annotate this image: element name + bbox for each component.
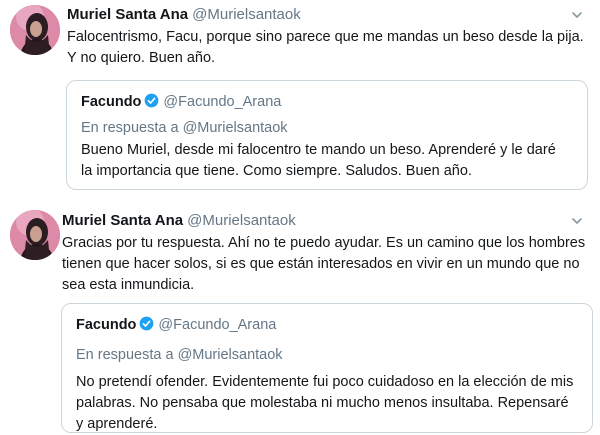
quoted-author-handle: @Facundo_Arana xyxy=(158,317,277,333)
reply-context: En respuesta a @Murielsantaok xyxy=(76,347,283,363)
chevron-down-icon[interactable] xyxy=(570,8,584,22)
verified-badge-icon xyxy=(139,316,154,331)
quoted-tweet[interactable]: Facundo @Facundo_Arana En respuesta a @Mu… xyxy=(66,80,588,190)
avatar-photo-icon xyxy=(10,210,60,260)
author-handle[interactable]: @Murielsantaok xyxy=(192,6,301,23)
quoted-tweet-header: Facundo @Facundo_Arana xyxy=(81,93,281,111)
reply-context: En respuesta a @Murielsantaok xyxy=(81,120,288,136)
quoted-tweet-header: Facundo @Facundo_Arana xyxy=(76,316,276,334)
avatar[interactable] xyxy=(10,210,60,260)
tweet-text: Gracias por tu respuesta. Ahí no te pued… xyxy=(62,235,586,293)
quoted-author-name: Facundo xyxy=(81,94,142,110)
avatar[interactable] xyxy=(10,5,60,55)
author-name[interactable]: Muriel Santa Ana xyxy=(62,212,183,229)
chevron-down-icon[interactable] xyxy=(570,214,584,228)
tweet-header: Muriel Santa Ana @Murielsantaok xyxy=(62,212,296,230)
author-name[interactable]: Muriel Santa Ana xyxy=(67,6,188,23)
quoted-tweet[interactable]: Facundo @Facundo_Arana En respuesta a @Mu… xyxy=(61,303,593,433)
author-handle[interactable]: @Murielsantaok xyxy=(187,212,296,229)
verified-badge-icon xyxy=(144,93,159,108)
quoted-tweet-text: Bueno Muriel, desde mi falocentro te man… xyxy=(81,142,556,179)
quoted-tweet-text: No pretendí ofender. Evidentemente fui p… xyxy=(76,374,574,432)
tweet-text: Falocentrismo, Facu, porque sino parece … xyxy=(67,29,584,66)
quoted-author-handle: @Facundo_Arana xyxy=(163,94,282,110)
tweet-header: Muriel Santa Ana @Murielsantaok xyxy=(67,6,301,24)
quoted-author-name: Facundo xyxy=(76,317,137,333)
avatar-photo-icon xyxy=(10,5,60,55)
